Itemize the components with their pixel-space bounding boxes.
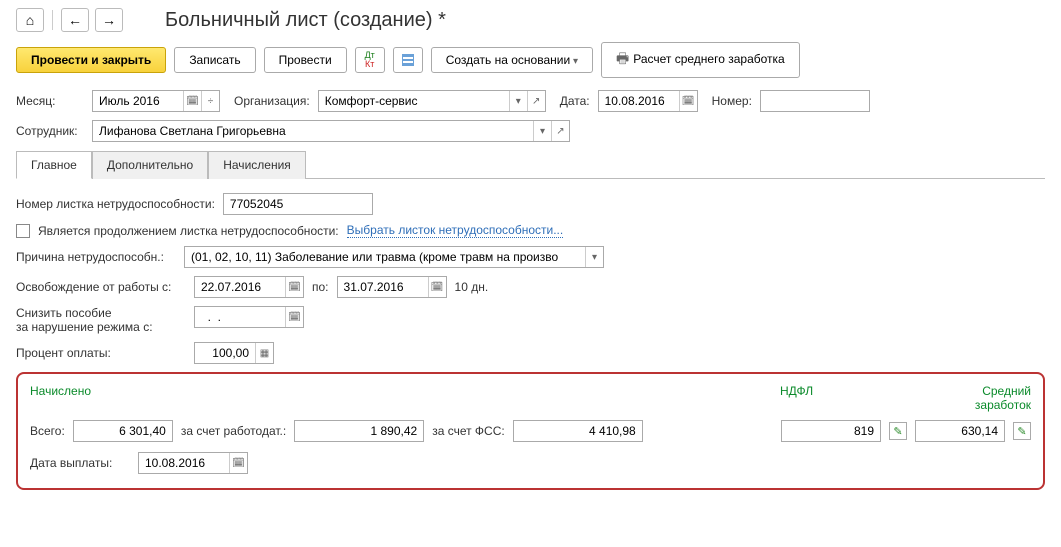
dropdown-icon[interactable]: ▾ (533, 121, 551, 141)
accrued-header: Начислено (30, 384, 780, 412)
percent-label: Процент оплаты: (16, 346, 186, 360)
reduce-label-2: за нарушение режима с: (16, 320, 186, 334)
days-text: 10 дн. (455, 280, 489, 294)
paydate-field[interactable]: 🗓 (138, 452, 248, 474)
release-to-label: по: (312, 280, 329, 294)
avg-input[interactable] (915, 420, 1005, 442)
calendar-icon[interactable]: 🗓 (428, 277, 446, 297)
home-icon: ⌂ (26, 12, 34, 28)
release-from-field[interactable]: 🗓 (194, 276, 304, 298)
reduce-date-input[interactable] (195, 307, 285, 327)
tabs: Главное Дополнительно Начисления (16, 150, 1045, 179)
reason-field[interactable]: ▾ (184, 246, 604, 268)
reduce-date-field[interactable]: 🗓 (194, 306, 304, 328)
toolbar: Провести и закрыть Записать Провести ДтК… (16, 42, 1045, 78)
calendar-icon[interactable]: 🗓 (285, 307, 303, 327)
report-button[interactable] (393, 47, 423, 73)
continuation-label: Является продолжением листка нетрудоспос… (38, 224, 339, 238)
dk-button[interactable]: ДтКт (355, 47, 385, 73)
create-on-basis-button[interactable]: Создать на основании (431, 47, 593, 73)
reason-input[interactable] (185, 247, 585, 267)
debit-credit-icon: ДтКт (365, 51, 375, 69)
post-button[interactable]: Провести (264, 47, 347, 73)
page-title: Больничный лист (создание) * (165, 9, 446, 32)
home-button[interactable]: ⌂ (16, 8, 44, 32)
sheet-no-label: Номер листка нетрудоспособности: (16, 197, 215, 211)
paydate-input[interactable] (139, 453, 229, 473)
reduce-label-1: Снизить пособие (16, 306, 186, 320)
date-label: Дата: (560, 94, 590, 108)
release-from-label: Освобождение от работы с: (16, 280, 186, 294)
printer-icon: 🖶 (616, 48, 629, 72)
org-label: Организация: (234, 94, 310, 108)
release-to-input[interactable] (338, 277, 428, 297)
continuation-checkbox[interactable] (16, 224, 30, 238)
fss-input[interactable] (513, 420, 643, 442)
dropdown-icon[interactable]: ▾ (585, 247, 603, 267)
list-lines-icon (402, 54, 414, 66)
calendar-icon[interactable]: 🗓 (285, 277, 303, 297)
choose-sheet-link[interactable]: Выбрать листок нетрудоспособности... (347, 223, 564, 238)
back-button[interactable]: ← (61, 8, 89, 32)
summary-box: Начислено НДФЛ Средний заработок Всего: … (16, 372, 1045, 490)
employee-label: Сотрудник: (16, 124, 84, 138)
org-input[interactable] (319, 91, 509, 111)
percent-field[interactable]: ▦ (194, 342, 274, 364)
employee-field[interactable]: ▾ ↗ (92, 120, 570, 142)
month-label: Месяц: (16, 94, 84, 108)
avg-salary-button[interactable]: 🖶Расчет среднего заработка (601, 42, 800, 78)
open-icon[interactable]: ↗ (527, 91, 545, 111)
edit-ndfl-button[interactable]: ✎ (889, 422, 907, 440)
ndfl-input[interactable] (781, 420, 881, 442)
total-input[interactable] (73, 420, 173, 442)
percent-input[interactable] (195, 343, 255, 363)
post-and-close-button[interactable]: Провести и закрыть (16, 47, 166, 73)
stepper-icon[interactable]: ÷ (201, 91, 219, 111)
total-label: Всего: (30, 424, 65, 438)
nav-separator (52, 10, 53, 30)
date-input[interactable] (599, 91, 679, 111)
forward-button[interactable]: → (95, 8, 123, 32)
reason-label: Причина нетрудоспособн.: (16, 250, 176, 264)
org-field[interactable]: ▾ ↗ (318, 90, 546, 112)
calc-icon[interactable]: ▦ (255, 343, 273, 363)
edit-avg-button[interactable]: ✎ (1013, 422, 1031, 440)
pencil-icon: ✎ (1017, 425, 1026, 438)
tab-main[interactable]: Главное (16, 151, 92, 179)
sheet-no-input[interactable] (223, 193, 373, 215)
date-field[interactable]: 🗓 (598, 90, 698, 112)
arrow-left-icon: ← (68, 12, 82, 28)
calendar-icon[interactable]: 🗓 (679, 91, 697, 111)
pencil-icon: ✎ (893, 425, 902, 438)
arrow-right-icon: → (102, 12, 116, 28)
number-label: Номер: (712, 94, 752, 108)
release-from-input[interactable] (195, 277, 285, 297)
tab-extra[interactable]: Дополнительно (92, 151, 208, 179)
employer-label: за счет работодат.: (181, 424, 286, 438)
avg-header: Средний заработок (930, 384, 1031, 412)
fss-label: за счет ФСС: (432, 424, 505, 438)
ndfl-header: НДФЛ (780, 384, 930, 412)
open-icon[interactable]: ↗ (551, 121, 569, 141)
release-to-field[interactable]: 🗓 (337, 276, 447, 298)
employer-input[interactable] (294, 420, 424, 442)
employee-input[interactable] (93, 121, 533, 141)
save-button[interactable]: Записать (174, 47, 255, 73)
paydate-label: Дата выплаты: (30, 456, 130, 470)
calendar-icon[interactable]: 🗓 (229, 453, 247, 473)
month-field[interactable]: 🗓 ÷ (92, 90, 220, 112)
month-input[interactable] (93, 91, 183, 111)
dropdown-icon[interactable]: ▾ (509, 91, 527, 111)
tab-accruals[interactable]: Начисления (208, 151, 306, 179)
calendar-icon[interactable]: 🗓 (183, 91, 201, 111)
number-input[interactable] (760, 90, 870, 112)
